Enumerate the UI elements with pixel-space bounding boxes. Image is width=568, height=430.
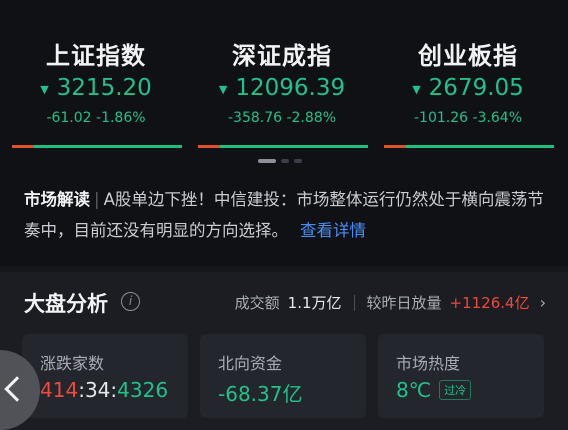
- heat-row: 8℃ 过冷: [396, 378, 472, 402]
- advance-decline-box[interactable]: 涨跌家数 414:34:4326: [22, 334, 188, 418]
- index-value-row: ▼ 2679.05: [382, 73, 554, 103]
- index-value-row: ▼ 12096.39: [196, 73, 368, 103]
- compare-label: 较昨日放量: [366, 294, 442, 312]
- box-label: 市场热度: [396, 354, 461, 373]
- carousel-indicator[interactable]: [258, 159, 302, 163]
- mini-breadth-bar: [12, 145, 182, 148]
- index-card-chinext[interactable]: 创业板指 ▼ 2679.05 -101.26 -3.64%: [382, 14, 554, 150]
- index-cards: 上证指数 ▼ 3215.20 -61.02 -1.86% 深证成指 ▼ 1209…: [10, 14, 558, 150]
- index-name: 深证成指: [232, 42, 332, 70]
- turnover-label: 成交额: [234, 294, 280, 312]
- market-interpretation[interactable]: 市场解读 | A股单边下挫！中信建投：市场整体运行仍然处于横向震荡节奏中，目前还没有…: [24, 184, 544, 246]
- down-arrow-icon: ▼: [412, 82, 421, 96]
- carousel-dot: [294, 159, 302, 163]
- down-arrow-icon: ▼: [40, 82, 49, 96]
- index-card-shanghai[interactable]: 上证指数 ▼ 3215.20 -61.02 -1.86%: [10, 14, 182, 150]
- breadth-up-segment: [198, 145, 220, 148]
- panel-title: 大盘分析: [24, 292, 108, 316]
- index-value-row: ▼ 3215.20: [10, 73, 182, 103]
- index-section: 上证指数 ▼ 3215.20 -61.02 -1.86% 深证成指 ▼ 1209…: [0, 0, 568, 266]
- mini-breadth-bar: [384, 145, 554, 148]
- separator: |: [94, 190, 100, 209]
- carousel-dot-active: [258, 159, 276, 163]
- box-label: 涨跌家数: [40, 354, 105, 373]
- northbound-value: -68.37亿: [218, 382, 303, 406]
- index-name: 创业板指: [418, 42, 518, 70]
- info-icon[interactable]: i: [121, 292, 140, 311]
- carousel-dot: [281, 159, 289, 163]
- up-count: 414: [40, 378, 79, 402]
- view-details-link[interactable]: 查看详情: [300, 221, 366, 240]
- index-name: 上证指数: [46, 42, 146, 70]
- chevron-right-icon: ›: [539, 293, 546, 312]
- heat-value: 8℃: [396, 378, 432, 402]
- index-change: -358.76 -2.88%: [227, 110, 336, 126]
- market-analysis-panel: 大盘分析 i 成交额 1.1万亿 较昨日放量 +1126.4亿 › 涨跌家数 4…: [0, 272, 568, 430]
- flat-count: 34: [84, 378, 111, 402]
- index-card-shenzhen[interactable]: 深证成指 ▼ 12096.39 -358.76 -2.88%: [196, 14, 368, 150]
- index-value: 2679.05: [428, 75, 524, 101]
- index-change: -101.26 -3.64%: [413, 110, 522, 126]
- box-label: 北向资金: [218, 354, 283, 373]
- turnover-value: 1.1万亿: [287, 294, 342, 312]
- divider: [353, 294, 355, 311]
- mini-breadth-bar: [198, 145, 368, 148]
- index-value: 3215.20: [56, 75, 152, 101]
- turnover-summary[interactable]: 成交额 1.1万亿 较昨日放量 +1126.4亿 ›: [235, 292, 546, 313]
- market-heat-box[interactable]: 市场热度 8℃ 过冷: [378, 334, 544, 418]
- interpretation-label: 市场解读: [24, 190, 90, 209]
- down-arrow-icon: ▼: [218, 82, 228, 96]
- chevron-left-icon: [4, 376, 30, 402]
- northbound-box[interactable]: 北向资金 -68.37亿: [200, 334, 366, 418]
- breadth-up-segment: [384, 145, 406, 148]
- index-value: 12096.39: [235, 75, 346, 101]
- down-count: 4326: [117, 378, 169, 402]
- compare-value: +1126.4亿: [449, 294, 530, 312]
- advance-decline-counts: 414:34:4326: [40, 378, 169, 402]
- index-change: -61.02 -1.86%: [46, 110, 146, 126]
- heat-badge: 过冷: [439, 380, 472, 400]
- breadth-up-segment: [12, 145, 34, 148]
- interpretation-text: A股单边下挫！中信建投：市场整体运行仍然处于横向震荡节奏中，目前还没有明显的方向…: [24, 190, 544, 240]
